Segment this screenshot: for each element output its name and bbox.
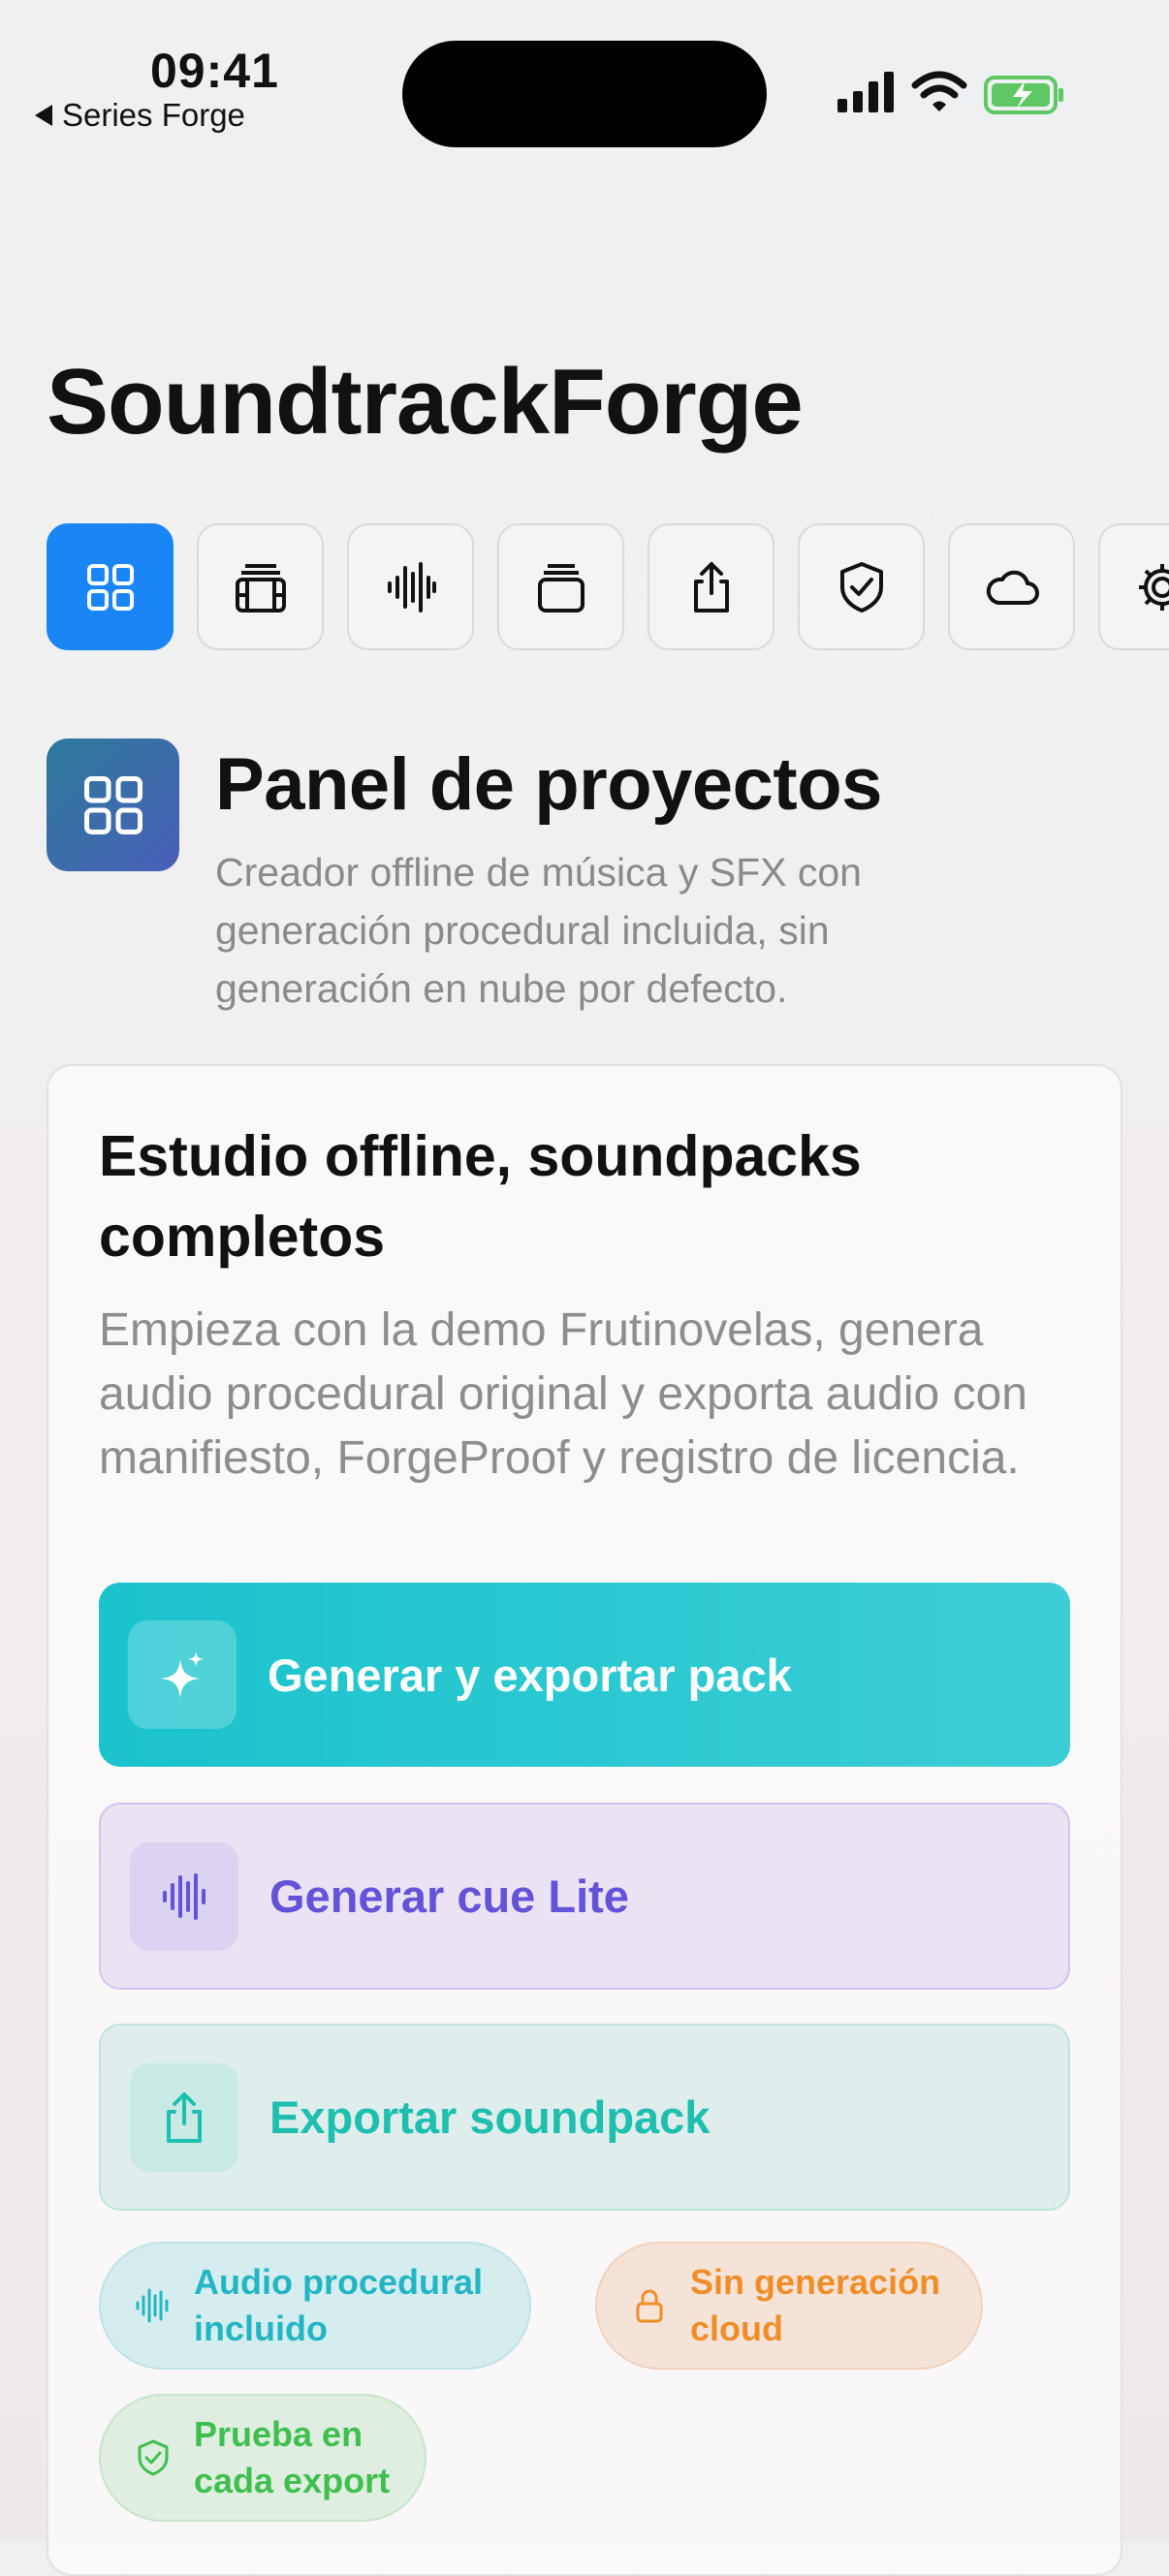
export-soundpack-label: Exportar soundpack <box>269 2090 710 2144</box>
chip-proof-export-label: Prueba en cada export <box>194 2411 407 2504</box>
generate-cue-lite-label: Generar cue Lite <box>269 1869 629 1923</box>
stack-icon <box>534 560 588 614</box>
card-title: Estudio offline, soundpacks completos <box>99 1116 1068 1277</box>
card-description: Empieza con la demo Frutinovelas, genera… <box>99 1299 1088 1491</box>
sparkles-icon <box>128 1620 237 1729</box>
grid-icon <box>79 771 147 839</box>
panel-grid-icon <box>47 738 179 871</box>
generate-export-pack-label: Generar y exportar pack <box>268 1649 792 1702</box>
generate-export-pack-button[interactable]: Generar y exportar pack <box>99 1583 1070 1767</box>
film-stack-icon <box>234 560 288 614</box>
lock-icon <box>630 2286 669 2325</box>
tab-proof[interactable] <box>798 523 925 650</box>
shield-check-icon <box>134 2438 173 2477</box>
shield-check-icon <box>835 560 889 614</box>
chip-no-cloud: Sin generación cloud <box>595 2242 983 2370</box>
generate-cue-lite-button[interactable]: Generar cue Lite <box>99 1803 1070 1990</box>
waveform-icon <box>130 1842 238 1951</box>
waveform-icon <box>134 2286 173 2325</box>
tab-settings[interactable] <box>1098 523 1169 650</box>
chip-no-cloud-label: Sin generación cloud <box>690 2259 962 2352</box>
share-icon <box>684 560 739 614</box>
tab-export[interactable] <box>648 523 774 650</box>
section-tab-bar <box>47 523 1169 650</box>
cellular-signal-icon <box>837 70 896 114</box>
grid-icon <box>83 560 138 614</box>
share-icon <box>130 2063 238 2172</box>
gear-icon <box>1135 560 1169 614</box>
back-to-app-button[interactable]: Series Forge <box>35 97 245 134</box>
chip-procedural-audio: Audio procedural incluido <box>99 2242 531 2370</box>
back-arrow-icon <box>35 105 52 126</box>
export-soundpack-button[interactable]: Exportar soundpack <box>99 2024 1070 2211</box>
tab-library[interactable] <box>497 523 624 650</box>
app-title: SoundtrackForge <box>47 349 803 456</box>
tab-cloud[interactable] <box>948 523 1075 650</box>
panel-subtitle: Creador offline de música y SFX con gene… <box>215 843 1010 1018</box>
chip-procedural-audio-label: Audio procedural incluido <box>194 2259 485 2352</box>
back-app-label: Series Forge <box>62 97 245 134</box>
cloud-icon <box>985 560 1039 614</box>
tab-dashboard[interactable] <box>47 523 174 650</box>
tab-series[interactable] <box>197 523 324 650</box>
waveform-icon <box>384 560 438 614</box>
dynamic-island <box>402 41 767 147</box>
chip-proof-export: Prueba en cada export <box>99 2394 427 2522</box>
status-time: 09:41 <box>150 43 279 99</box>
tab-audio[interactable] <box>347 523 474 650</box>
wifi-icon <box>911 70 967 114</box>
panel-title: Panel de proyectos <box>215 742 882 827</box>
battery-charging-icon <box>984 76 1065 114</box>
